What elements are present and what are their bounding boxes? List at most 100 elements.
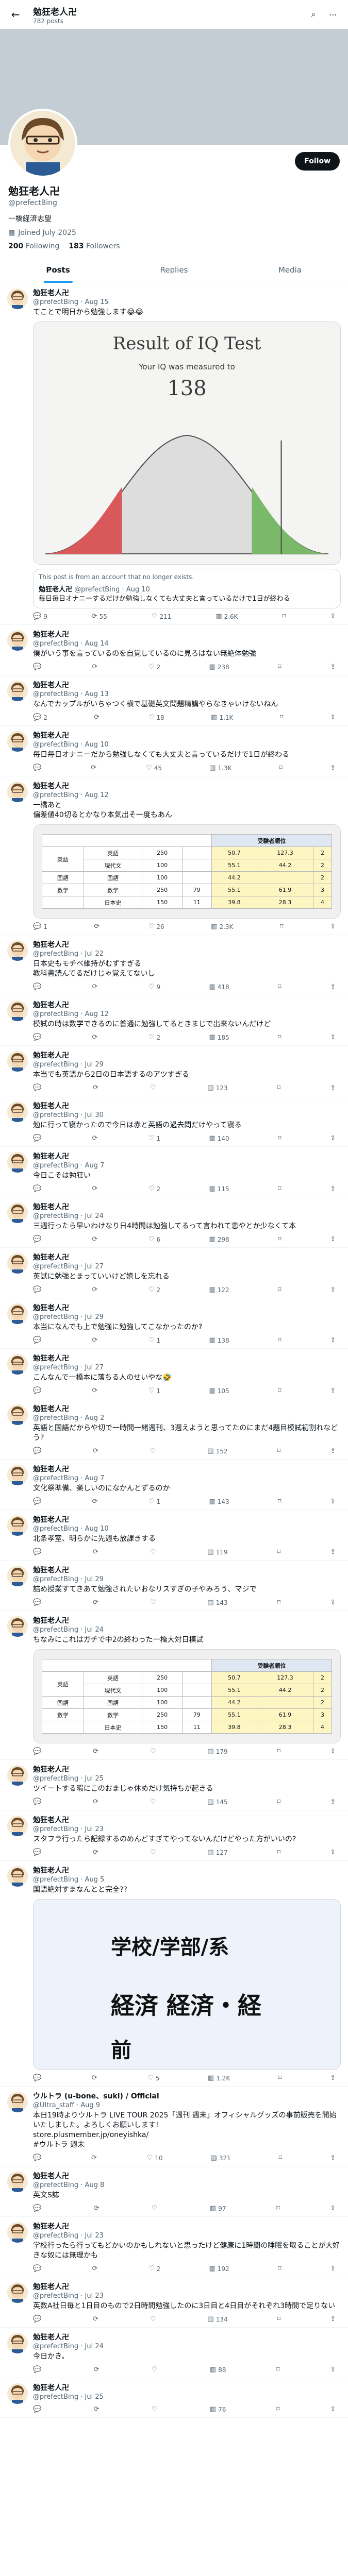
- like-button[interactable]: ♡: [150, 1748, 158, 1755]
- post[interactable]: 勉狂老人卍 @prefectBing · Aug 7 文化祭準備、楽しいのになかんと…: [0, 1460, 348, 1510]
- avatar[interactable]: [8, 109, 77, 178]
- like-button[interactable]: ♡ 211: [152, 613, 172, 620]
- reply-button[interactable]: 💬: [33, 2205, 43, 2212]
- views-button[interactable]: ▥ 1.2K: [208, 2074, 230, 2082]
- bookmark-button[interactable]: ⌑: [278, 983, 281, 991]
- like-button[interactable]: ♡ 26: [148, 923, 164, 930]
- reply-button[interactable]: 💬: [33, 2315, 43, 2323]
- bookmark-button[interactable]: ⌑: [277, 1798, 281, 1806]
- bookmark-button[interactable]: ⌑: [277, 1599, 281, 1606]
- post-author-name[interactable]: 勉狂老人卍: [33, 1354, 341, 1363]
- avatar[interactable]: [7, 1404, 28, 1425]
- avatar[interactable]: [7, 1001, 28, 1021]
- avatar[interactable]: [7, 1866, 28, 1887]
- repost-button[interactable]: ⟳: [93, 1849, 101, 1856]
- repost-button[interactable]: ⟳: [92, 1336, 100, 1344]
- post[interactable]: 勉狂老人卍 @prefectBing · Aug 5 国語絶対すまなんとと完全?? 学…: [0, 1861, 348, 2087]
- views-button[interactable]: ▥ 1.1K: [211, 714, 233, 721]
- reply-button[interactable]: 💬: [33, 1286, 43, 1294]
- reply-button[interactable]: 💬: [33, 1548, 43, 1556]
- views-button[interactable]: ▥ 321: [211, 2154, 231, 2162]
- post-author-name[interactable]: 勉狂老人卍: [33, 289, 341, 298]
- avatar[interactable]: [7, 2282, 28, 2303]
- bookmark-button[interactable]: ⌑: [278, 2265, 281, 2273]
- post-author-name[interactable]: 勉狂老人卍: [33, 2383, 341, 2393]
- repost-button[interactable]: ⟳: [92, 1387, 100, 1395]
- repost-button[interactable]: ⟳: [93, 1748, 101, 1755]
- repost-button[interactable]: ⟳: [92, 1235, 100, 1243]
- post[interactable]: 勉狂老人卍 @prefectBing · Aug 2 英語と国語だからや切で一時間一…: [0, 1399, 348, 1460]
- views-button[interactable]: ▥ 127: [207, 1849, 227, 1856]
- repost-button[interactable]: ⟳: [92, 983, 100, 991]
- bookmark-button[interactable]: ⌑: [276, 2205, 280, 2212]
- followers-link[interactable]: 183 Followers: [69, 242, 120, 250]
- views-button[interactable]: ▥ 123: [207, 1084, 227, 1092]
- avatar[interactable]: [7, 1152, 28, 1173]
- avatar[interactable]: [7, 1465, 28, 1485]
- bookmark-button[interactable]: ⌑: [278, 1286, 281, 1294]
- views-button[interactable]: ▥ 115: [209, 1185, 229, 1193]
- post[interactable]: 勉狂老人卍 @prefectBing · Jul 30 勉に行って寝かったので今日は…: [0, 1096, 348, 1147]
- bookmark-button[interactable]: ⌑: [277, 1849, 281, 1856]
- avatar[interactable]: [7, 2333, 28, 2353]
- post[interactable]: 勉狂老人卍 @prefectBing · Jul 29 本当になんでも上で勉強に勉強…: [0, 1298, 348, 1349]
- post-author-name[interactable]: 勉狂老人卍: [33, 2282, 341, 2292]
- like-button[interactable]: ♡ 2: [148, 663, 160, 671]
- post-author-name[interactable]: 勉狂老人卍: [33, 1051, 341, 1060]
- share-button[interactable]: ⇪: [330, 1748, 336, 1755]
- post[interactable]: 勉狂老人卍 @prefectBing · Jul 23 スタフラ行ったら記録するのめ…: [0, 1810, 348, 1861]
- reply-button[interactable]: 💬: [33, 1599, 43, 1606]
- post[interactable]: 勉狂老人卍 @prefectBing · Jul 24 ちなみにこれはガチで中2の終…: [0, 1611, 348, 1760]
- tab-posts[interactable]: Posts: [0, 257, 116, 283]
- post-author-name[interactable]: 勉狂老人卍: [33, 2333, 341, 2342]
- post-author-name[interactable]: 勉狂老人卍: [33, 1566, 341, 1575]
- bookmark-button[interactable]: ⌑: [276, 2405, 280, 2413]
- share-button[interactable]: ⇪: [330, 714, 336, 721]
- repost-button[interactable]: ⟳: [92, 2265, 100, 2273]
- like-button[interactable]: ♡: [152, 2205, 160, 2212]
- avatar[interactable]: [7, 1816, 28, 1836]
- post[interactable]: 勉狂老人卍 @prefectBing · Jul 29 詰め授業すてきあて勉強された…: [0, 1561, 348, 1611]
- bookmark-button[interactable]: ⌑: [278, 663, 281, 671]
- share-button[interactable]: ⇪: [330, 2154, 336, 2162]
- post-author-name[interactable]: 勉狂老人卍: [33, 1465, 341, 1474]
- post-author-name[interactable]: 勉狂老人卍: [33, 630, 341, 639]
- bookmark-button[interactable]: ⌑: [278, 1134, 281, 1142]
- reply-button[interactable]: 💬: [33, 663, 43, 671]
- views-button[interactable]: ▥ 185: [209, 1033, 229, 1041]
- share-button[interactable]: ⇪: [330, 1336, 336, 1344]
- post-author-name[interactable]: 勉狂老人卍: [33, 2172, 341, 2181]
- like-button[interactable]: ♡ 1: [148, 1134, 160, 1142]
- reply-button[interactable]: 💬 2: [33, 714, 47, 721]
- avatar[interactable]: [7, 1253, 28, 1274]
- reply-button[interactable]: 💬: [33, 764, 43, 772]
- reply-button[interactable]: 💬: [33, 2366, 43, 2374]
- tab-media[interactable]: Media: [232, 257, 348, 283]
- post[interactable]: 勉狂老人卍 @prefectBing · Jul 25 💬 ⟳ ♡ ▥ 76 ⌑ ⇪: [0, 2378, 348, 2418]
- views-button[interactable]: ▥ 152: [207, 1447, 227, 1455]
- avatar[interactable]: [7, 940, 28, 961]
- like-button[interactable]: ♡ 6: [148, 1235, 160, 1243]
- views-button[interactable]: ▥ 1.3K: [209, 764, 231, 772]
- avatar[interactable]: [7, 1765, 28, 1786]
- share-button[interactable]: ⇪: [330, 1286, 336, 1294]
- views-button[interactable]: ▥ 2.6K: [216, 613, 238, 620]
- avatar[interactable]: [7, 1354, 28, 1375]
- bookmark-button[interactable]: ⌑: [277, 1548, 281, 1556]
- bookmark-button[interactable]: ⌑: [278, 1235, 281, 1243]
- post[interactable]: 勉狂老人卍 @prefectBing · Jul 22 日本史もモチベ維持がむずすぎ…: [0, 935, 348, 995]
- post[interactable]: 勉狂老人卍 @prefectBing · Aug 10 北条孝室、明らかに先週も放課…: [0, 1510, 348, 1561]
- bookmark-button[interactable]: ⌑: [280, 714, 284, 721]
- bookmark-button[interactable]: ⌑: [277, 1447, 281, 1455]
- post[interactable]: 勉狂老人卍 @prefectBing · Jul 24 今日かき。 💬 ⟳ ♡ ▥ 88 ⌑ ⇪: [0, 2328, 348, 2378]
- repost-button[interactable]: ⟳ 55: [92, 613, 107, 620]
- like-button[interactable]: ♡ 5: [147, 2074, 159, 2082]
- post[interactable]: 勉狂老人卍 @prefectBing · Jul 25 ツイートする暇にこのおまじゃ…: [0, 1760, 348, 1810]
- tab-replies[interactable]: Replies: [116, 257, 232, 283]
- repost-button[interactable]: ⟳: [94, 2366, 102, 2374]
- like-button[interactable]: ♡: [150, 1084, 158, 1092]
- bookmark-button[interactable]: ⌑: [277, 2315, 281, 2323]
- like-button[interactable]: ♡ 2: [148, 1185, 160, 1193]
- like-button[interactable]: ♡: [152, 2405, 160, 2413]
- post-author-name[interactable]: 勉狂老人卍: [33, 1515, 341, 1524]
